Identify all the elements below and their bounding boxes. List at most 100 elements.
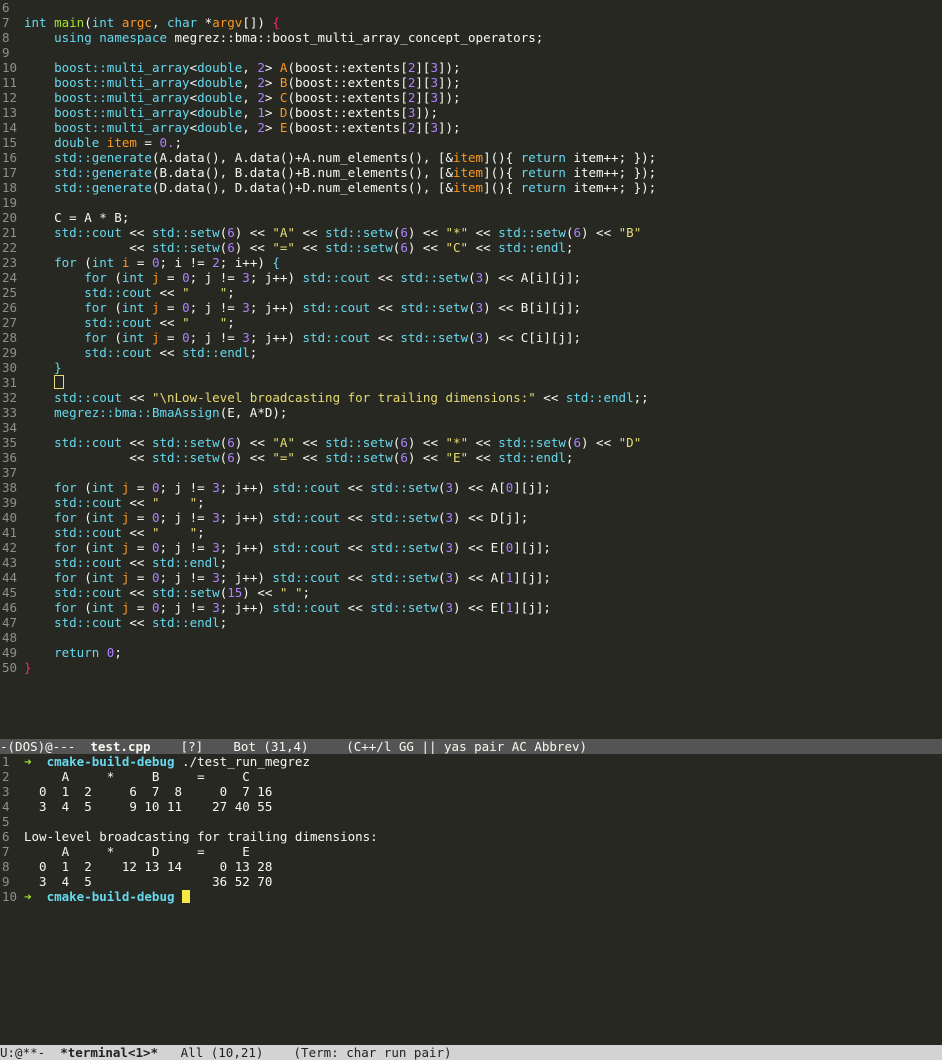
code-token: ( xyxy=(76,255,92,270)
code-line[interactable]: 11 boost::multi_array<double, 2> B(boost… xyxy=(0,75,942,90)
terminal-line[interactable]: 7 A * D = E xyxy=(0,844,942,859)
code-line[interactable]: 33 megrez::bma::BmaAssign(E, A*D); xyxy=(0,405,942,420)
code-token: (boost::extents[ xyxy=(287,90,408,105)
terminal-line[interactable]: 5 xyxy=(0,814,942,829)
line-number: 12 xyxy=(2,90,18,105)
code-line[interactable]: 16 std::generate(A.data(), A.data()+A.nu… xyxy=(0,150,942,165)
code-line[interactable]: 43 std::cout << std::endl; xyxy=(0,555,942,570)
line-number: 6 xyxy=(2,829,10,844)
code-line[interactable]: 35 std::cout << std::setw(6) << "A" << s… xyxy=(0,435,942,450)
code-token: 3 xyxy=(430,60,438,75)
line-number: 28 xyxy=(2,330,18,345)
code-line[interactable]: 32 std::cout << "\nLow-level broadcastin… xyxy=(0,390,942,405)
line-number: 19 xyxy=(2,195,18,210)
code-line[interactable]: 42 for (int j = 0; j != 3; j++) std::cou… xyxy=(0,540,942,555)
terminal-line[interactable]: 9 3 4 5 36 52 70 xyxy=(0,874,942,889)
terminal-line[interactable]: 4 3 4 5 9 10 11 27 40 55 xyxy=(0,799,942,814)
code-token: item xyxy=(452,165,484,180)
code-line[interactable]: 6 xyxy=(0,0,942,15)
code-token: std::setw xyxy=(151,225,220,240)
terminal-line[interactable]: 6 Low-level broadcasting for trailing dim… xyxy=(0,829,942,844)
code-line[interactable]: 30 } xyxy=(0,360,942,375)
code-line[interactable]: 41 std::cout << " "; xyxy=(0,525,942,540)
code-line[interactable]: 19 xyxy=(0,195,942,210)
code-line[interactable]: 8 using namespace megrez::bma::boost_mul… xyxy=(0,30,942,45)
code-line[interactable]: 45 std::cout << std::setw(15) << " "; xyxy=(0,585,942,600)
terminal-line[interactable]: 3 0 1 2 6 7 8 0 7 16 xyxy=(0,784,942,799)
terminal-line[interactable]: 2 A * B = C xyxy=(0,769,942,784)
code-token: , xyxy=(242,105,258,120)
code-line[interactable]: 36 << std::setw(6) << "=" << std::setw(6… xyxy=(0,450,942,465)
terminal-line[interactable]: 10 ➜ cmake-build-debug xyxy=(0,889,942,904)
line-number: 20 xyxy=(2,210,18,225)
code-line[interactable]: 49 return 0; xyxy=(0,645,942,660)
terminal-pane[interactable]: 1 ➜ cmake-build-debug ./test_run_megrez 2 … xyxy=(0,754,942,1045)
code-line[interactable]: 39 std::cout << " "; xyxy=(0,495,942,510)
code-editor-pane[interactable]: 6 7 int main(int argc, char *argv[]) {8 us… xyxy=(0,0,942,739)
code-line[interactable]: 17 std::generate(B.data(), B.data()+B.nu… xyxy=(0,165,942,180)
code-token: << xyxy=(340,600,371,615)
code-line[interactable]: 15 double item = 0.; xyxy=(0,135,942,150)
line-number: 1 xyxy=(2,754,10,769)
code-token: , xyxy=(151,15,168,30)
code-token: ( xyxy=(468,270,476,285)
code-line[interactable]: 46 for (int j = 0; j != 3; j++) std::cou… xyxy=(0,600,942,615)
terminal-line[interactable]: 8 0 1 2 12 13 14 0 13 28 xyxy=(0,859,942,874)
code-line[interactable]: 28 for (int j = 0; j != 3; j++) std::cou… xyxy=(0,330,942,345)
line-number: 10 xyxy=(2,889,18,904)
code-line[interactable]: 37 xyxy=(0,465,942,480)
code-token: item++; }); xyxy=(565,150,657,165)
code-line[interactable]: 34 xyxy=(0,420,942,435)
code-line[interactable]: 14 boost::multi_array<double, 2> E(boost… xyxy=(0,120,942,135)
code-line[interactable]: 22 << std::setw(6) << "=" << std::setw(6… xyxy=(0,240,942,255)
code-line[interactable]: 21 std::cout << std::setw(6) << "A" << s… xyxy=(0,225,942,240)
code-token: int xyxy=(91,600,115,615)
code-line[interactable]: 48 xyxy=(0,630,942,645)
code-line[interactable]: 50} xyxy=(0,660,942,675)
code-token: 6 xyxy=(227,240,235,255)
code-token: std::cout xyxy=(54,495,122,510)
code-token: std::cout xyxy=(272,480,341,495)
code-line[interactable]: 26 for (int j = 0; j != 3; j++) std::cou… xyxy=(0,300,942,315)
code-line[interactable]: 27 std::cout << " "; xyxy=(0,315,942,330)
code-token: 3 xyxy=(430,75,438,90)
code-line[interactable]: 9 xyxy=(0,45,942,60)
code-line[interactable]: 18 std::generate(D.data(), D.data()+D.nu… xyxy=(0,180,942,195)
code-line[interactable]: 13 boost::multi_array<double, 1> D(boost… xyxy=(0,105,942,120)
terminal-line[interactable]: 1 ➜ cmake-build-debug ./test_run_megrez xyxy=(0,754,942,769)
line-number: 22 xyxy=(2,240,18,255)
code-line[interactable]: 24 for (int j = 0; j != 3; j++) std::cou… xyxy=(0,270,942,285)
mode-line-buffer-name[interactable]: *terminal<1>* xyxy=(60,1045,158,1060)
code-line[interactable]: 31 xyxy=(0,375,942,390)
code-token: , xyxy=(242,75,258,90)
code-line[interactable]: 44 for (int j = 0; j != 3; j++) std::cou… xyxy=(0,570,942,585)
code-token: 0 xyxy=(151,255,160,270)
code-token: 3 xyxy=(242,330,250,345)
code-token: ( xyxy=(437,600,446,615)
code-token: A * D = E xyxy=(24,844,250,859)
code-line[interactable]: 47 std::cout << std::endl; xyxy=(0,615,942,630)
code-line[interactable]: 20 C = A * B; xyxy=(0,210,942,225)
code-token: ; j != xyxy=(159,600,213,615)
code-line[interactable]: 29 std::cout << std::endl; xyxy=(0,345,942,360)
mode-line-buffer-name[interactable]: test.cpp xyxy=(90,739,150,754)
line-number: 45 xyxy=(2,585,18,600)
code-token: 3 xyxy=(212,540,220,555)
code-token: ) << xyxy=(407,435,446,450)
code-line[interactable]: 38 for (int j = 0; j != 3; j++) std::cou… xyxy=(0,480,942,495)
code-line[interactable]: 40 for (int j = 0; j != 3; j++) std::cou… xyxy=(0,510,942,525)
code-token: double xyxy=(197,105,243,120)
code-line[interactable]: 25 std::cout << " "; xyxy=(0,285,942,300)
code-line[interactable]: 23 for (int i = 0; i != 2; i++) { xyxy=(0,255,942,270)
code-line[interactable]: 10 boost::multi_array<double, 2> A(boost… xyxy=(0,60,942,75)
code-token: int xyxy=(121,330,145,345)
code-line[interactable]: 7 int main(int argc, char *argv[]) { xyxy=(0,15,942,30)
code-token: << xyxy=(294,450,326,465)
code-line[interactable]: 12 boost::multi_array<double, 2> C(boost… xyxy=(0,90,942,105)
